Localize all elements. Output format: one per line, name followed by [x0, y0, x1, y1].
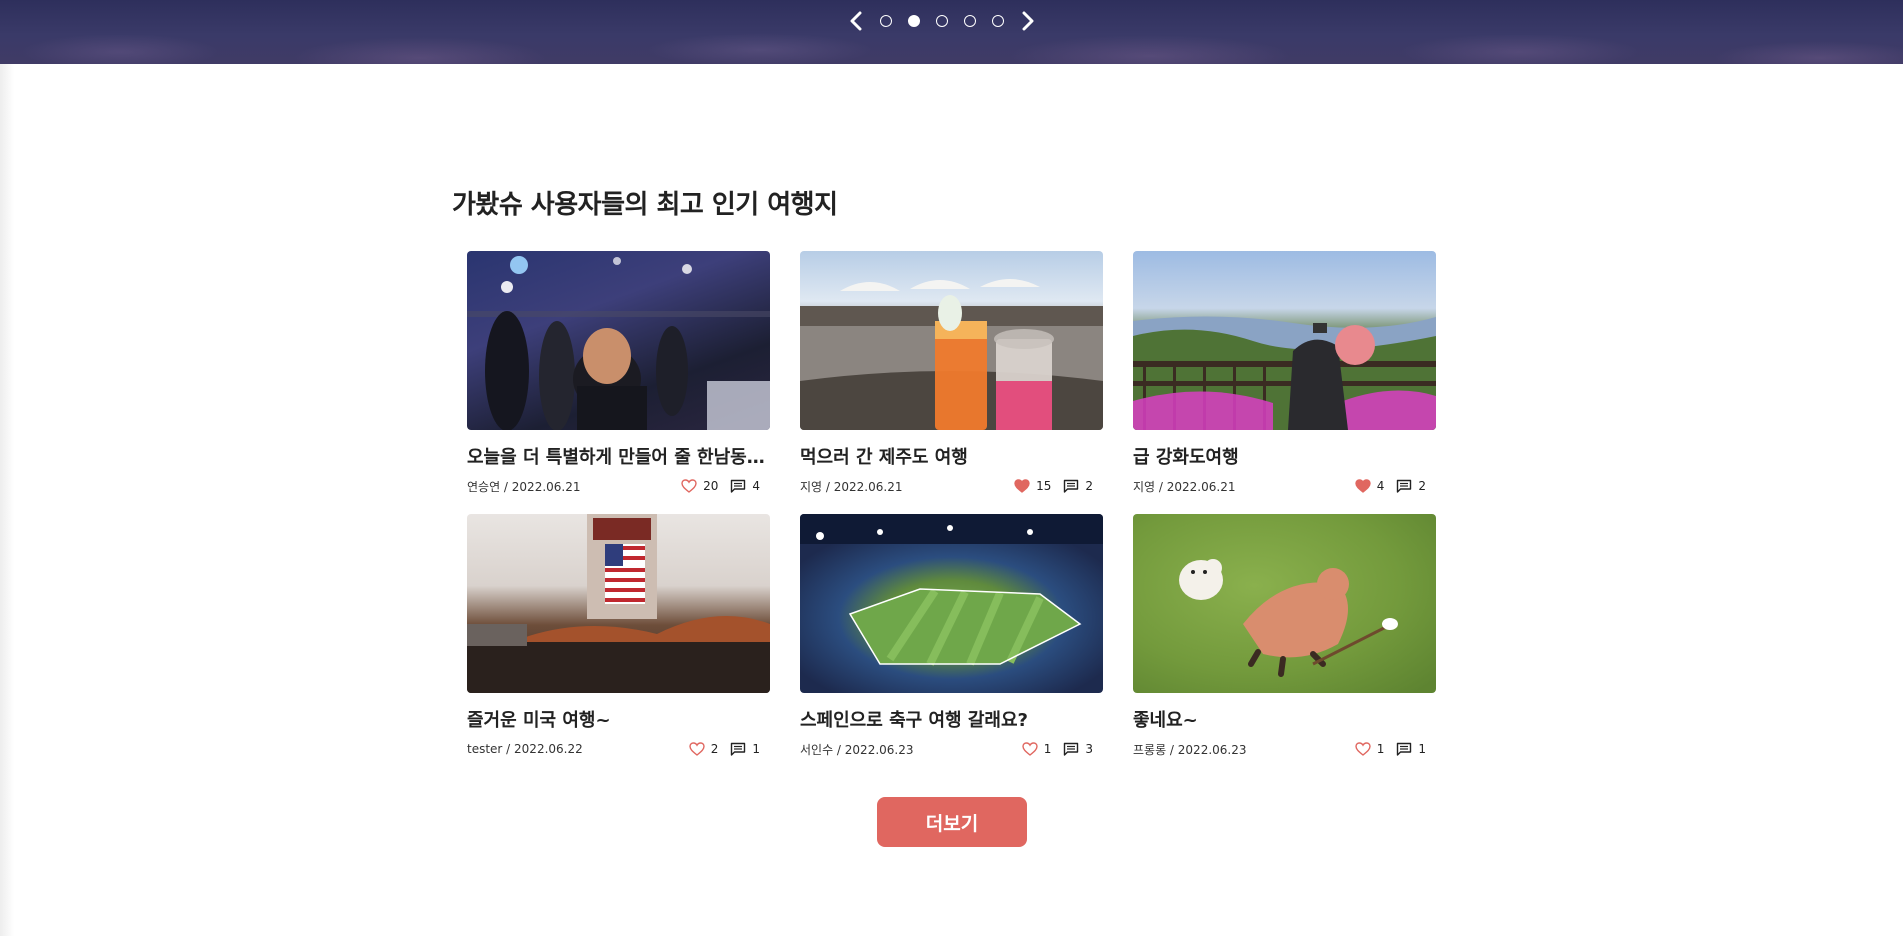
like-button[interactable]: 20	[681, 479, 718, 493]
carousel-controls	[846, 9, 1038, 33]
post-card[interactable]: 스페인으로 축구 여행 갈래요? 서인수 / 2022.06.23 1 3	[800, 514, 1103, 762]
carousel-next-button[interactable]	[1018, 9, 1038, 33]
comment-count: 2	[1085, 479, 1093, 493]
post-author-date: 프롱롱 / 2022.06.23	[1133, 742, 1247, 757]
post-meta: 서인수 / 2022.06.23 1 3	[800, 740, 1103, 758]
post-title[interactable]: 오늘을 더 특별하게 만들어 줄 한남동 ...	[467, 443, 770, 469]
page: 가봤슈 사용자들의 최고 인기 여행지 오늘을 더 특별하게 만들어 줄 한남동…	[0, 0, 1903, 936]
heart-outline-icon	[689, 742, 705, 756]
page-edge-shadow	[0, 64, 14, 936]
post-photo	[1179, 559, 1398, 677]
carousel-dot-5[interactable]	[992, 15, 1004, 27]
post-photo	[800, 514, 1103, 666]
carousel-dot-1[interactable]	[880, 15, 892, 27]
like-count: 20	[703, 479, 719, 493]
heart-outline-icon	[1022, 742, 1038, 756]
post-thumbnail[interactable]	[1133, 514, 1436, 693]
like-count: 2	[710, 742, 719, 756]
chevron-right-icon	[1022, 11, 1034, 31]
post-meta: tester / 2022.06.22 2 1	[467, 740, 770, 758]
post-meta: 지영 / 2022.06.21 4 2	[1133, 477, 1436, 495]
post-meta: 프롱롱 / 2022.06.23 1 1	[1133, 740, 1436, 758]
like-count: 1	[1376, 742, 1385, 756]
post-thumbnail[interactable]	[800, 251, 1103, 430]
post-thumbnail[interactable]	[1133, 251, 1436, 430]
chevron-left-icon	[850, 11, 862, 31]
post-title[interactable]: 즐거운 미국 여행~	[467, 706, 770, 732]
like-button[interactable]: 1	[1022, 742, 1052, 756]
post-photo	[467, 256, 770, 430]
post-author-date: 서인수 / 2022.06.23	[800, 742, 914, 757]
post-thumbnail[interactable]	[800, 514, 1103, 693]
post-author-date: 연승연 / 2022.06.21	[467, 479, 581, 494]
comment-stat: 1	[1396, 742, 1426, 756]
comment-count: 2	[1418, 479, 1426, 493]
comment-count: 1	[1418, 742, 1426, 756]
comment-icon	[1064, 479, 1079, 493]
post-author-date: 지영 / 2022.06.21	[1133, 479, 1236, 494]
post-title[interactable]: 좋네요~	[1133, 706, 1436, 732]
post-title[interactable]: 먹으러 간 제주도 여행	[800, 443, 1103, 469]
post-meta: 지영 / 2022.06.21 15 2	[800, 477, 1103, 495]
section-title: 가봤슈 사용자들의 최고 인기 여행지	[452, 190, 838, 220]
post-card[interactable]: 먹으러 간 제주도 여행 지영 / 2022.06.21 15 2	[800, 251, 1103, 499]
post-title[interactable]: 급 강화도여행	[1133, 443, 1436, 469]
comment-count: 1	[752, 742, 760, 756]
like-count: 15	[1036, 479, 1052, 493]
comment-stat: 4	[730, 479, 760, 493]
like-button[interactable]: 4	[1355, 479, 1385, 493]
heart-outline-icon	[681, 479, 697, 493]
post-photo	[1133, 316, 1436, 430]
hero-banner	[0, 0, 1903, 64]
post-title[interactable]: 스페인으로 축구 여행 갈래요?	[800, 706, 1103, 732]
comment-stat: 1	[730, 742, 760, 756]
comment-icon	[731, 479, 746, 493]
carousel-dot-3[interactable]	[936, 15, 948, 27]
heart-outline-icon	[1355, 742, 1371, 756]
heart-filled-icon	[1014, 479, 1030, 493]
post-author-date: 지영 / 2022.06.21	[800, 479, 903, 494]
post-thumbnail[interactable]	[467, 251, 770, 430]
post-photo	[800, 279, 1103, 430]
like-button[interactable]: 2	[689, 742, 719, 756]
comment-count: 3	[1085, 742, 1093, 756]
comment-stat: 3	[1063, 742, 1093, 756]
like-count: 1	[1043, 742, 1052, 756]
like-count: 4	[1376, 479, 1385, 493]
post-card[interactable]: 좋네요~ 프롱롱 / 2022.06.23 1 1	[1133, 514, 1436, 762]
comment-icon	[1397, 742, 1412, 756]
post-card[interactable]: 오늘을 더 특별하게 만들어 줄 한남동 ... 연승연 / 2022.06.2…	[467, 251, 770, 499]
comment-stat: 2	[1063, 479, 1093, 493]
like-button[interactable]: 15	[1014, 479, 1051, 493]
comment-icon	[1397, 479, 1412, 493]
post-card[interactable]: 즐거운 미국 여행~ tester / 2022.06.22 2 1	[467, 514, 770, 762]
post-thumbnail[interactable]	[467, 514, 770, 693]
carousel-dot-2[interactable]	[908, 15, 920, 27]
post-meta: 연승연 / 2022.06.21 20 4	[467, 477, 770, 495]
carousel-dot-4[interactable]	[964, 15, 976, 27]
comment-count: 4	[752, 479, 760, 493]
post-card[interactable]: 급 강화도여행 지영 / 2022.06.21 4 2	[1133, 251, 1436, 499]
comment-icon	[1064, 742, 1079, 756]
carousel-prev-button[interactable]	[846, 9, 866, 33]
comment-icon	[731, 742, 746, 756]
more-button[interactable]: 더보기	[877, 797, 1027, 847]
post-author-date: tester / 2022.06.22	[467, 742, 583, 756]
post-photo	[467, 514, 770, 693]
like-button[interactable]: 1	[1355, 742, 1385, 756]
comment-stat: 2	[1396, 479, 1426, 493]
heart-filled-icon	[1355, 479, 1371, 493]
